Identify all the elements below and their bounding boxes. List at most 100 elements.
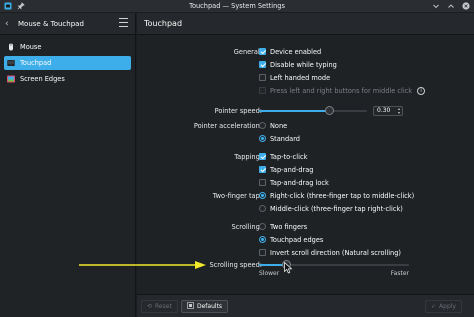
checkbox-box[interactable] (259, 249, 266, 256)
sidebar-item-mouse[interactable]: Mouse (4, 40, 131, 54)
accel-standard-radio[interactable]: Standard (259, 135, 300, 143)
checkbox-box[interactable] (259, 179, 266, 186)
hamburger-menu-icon[interactable] (119, 18, 128, 27)
checkbox-box[interactable] (259, 74, 266, 81)
apply-check-icon: ✓ (431, 303, 437, 310)
sidebar-item-label: Screen Edges (20, 75, 65, 83)
window-title: Touchpad — System Settings (189, 2, 285, 10)
pointer-speed-row: Pointer speed: 0.30 ▴ ▾ (137, 105, 474, 116)
scrolling-speed-slider[interactable] (259, 260, 409, 269)
reset-icon: ⟲ (147, 303, 153, 310)
tapping-row-2: Tap-and-drag (137, 164, 474, 175)
checkbox-box[interactable] (259, 166, 266, 173)
checkbox-label: Left handed mode (270, 73, 331, 82)
general-label: General: (233, 47, 262, 56)
two-finger-row-1: Two-finger tap: Right-click (three-finge… (137, 190, 474, 201)
defaults-button[interactable]: Defaults (181, 300, 229, 313)
two-finger-row-2: Middle-click (three-finger tap right-cli… (137, 203, 474, 214)
tap-and-drag-checkbox[interactable]: Tap-and-drag (259, 166, 313, 174)
checkbox-label: Invert scroll direction (Natural scrolli… (270, 248, 401, 257)
tap-and-drag-lock-checkbox[interactable]: Tap-and-drag lock (259, 179, 329, 187)
general-row-4: Press left and right buttons for middle … (137, 85, 474, 96)
accel-none-radio[interactable]: None (259, 122, 287, 130)
two-finger-tap-label: Two-finger tap: (212, 191, 262, 200)
radio-button[interactable] (259, 135, 266, 142)
radio-label: Touchpad edges (270, 235, 324, 244)
page-title: Touchpad (144, 19, 183, 28)
sidebar-title: Mouse & Touchpad (18, 19, 84, 28)
radio-button[interactable] (259, 236, 266, 243)
pointer-speed-label: Pointer speed: (214, 106, 262, 115)
pointer-accel-label: Pointer acceleration: (193, 121, 262, 130)
sidebar-item-screen-edges[interactable]: Screen Edges (4, 72, 131, 86)
maximize-icon[interactable] (447, 2, 455, 10)
sidebar-item-touchpad[interactable]: Touchpad (4, 56, 131, 70)
app-menu-icon[interactable] (4, 2, 12, 10)
apply-button[interactable]: ✓ Apply (425, 300, 462, 313)
radio-button[interactable] (259, 223, 266, 230)
checkbox-label: Device enabled (270, 47, 322, 56)
radio-button[interactable] (259, 192, 266, 199)
scrolling-label: Scrolling: (231, 222, 263, 231)
checkbox-label: Tap-and-drag (270, 165, 314, 174)
scroll-two-fingers-radio[interactable]: Two fingers (259, 223, 307, 231)
scrolling-speed-control (259, 260, 409, 269)
radio-label: Two fingers (270, 222, 308, 231)
radio-button[interactable] (259, 205, 266, 212)
main-panel: Touchpad General: Device enabled Disable… (137, 13, 474, 317)
pin-icon[interactable] (17, 2, 25, 10)
slider-min-label: Slower (259, 270, 280, 277)
tapping-row-1: Tapping: Tap-to-click (137, 151, 474, 162)
slider-handle[interactable] (324, 106, 334, 115)
titlebar-left-controls (4, 2, 25, 10)
general-row-3: Left handed mode (137, 72, 474, 83)
radio-button[interactable] (259, 122, 266, 129)
checkbox-label: Tap-and-drag lock (270, 178, 329, 187)
info-icon[interactable]: i (417, 86, 426, 95)
apply-label: Apply (439, 303, 456, 310)
general-row-2: Disable while typing (137, 59, 474, 70)
main-header: Touchpad (137, 13, 474, 35)
tap-to-click-checkbox[interactable]: Tap-to-click (259, 153, 307, 161)
checkbox-box[interactable] (259, 61, 266, 68)
radio-label: Right-click (three-finger tap to middle-… (270, 191, 415, 200)
tapping-row-3: Tap-and-drag lock (137, 177, 474, 188)
slider-max-label: Faster (390, 270, 409, 277)
screen-edges-icon (7, 75, 15, 83)
disable-while-typing-checkbox[interactable]: Disable while typing (259, 61, 337, 69)
mouse-pointer-icon (284, 262, 292, 274)
scrolling-speed-label: Scrolling speed: (209, 260, 262, 269)
annotation-arrow-icon (79, 261, 206, 269)
radio-label: Middle-click (three-finger tap right-cli… (270, 204, 403, 213)
scrolling-row-2: Touchpad edges (137, 234, 474, 245)
titlebar-right-controls (432, 2, 470, 10)
spinbox-arrows-icon[interactable]: ▴ ▾ (398, 106, 400, 115)
defaults-icon (187, 302, 194, 311)
pointer-speed-spinbox[interactable]: 0.30 ▴ ▾ (373, 105, 403, 116)
mouse-icon (7, 43, 15, 51)
left-handed-mode-checkbox[interactable]: Left handed mode (259, 74, 330, 82)
pointer-speed-slider[interactable] (259, 106, 367, 115)
two-finger-middle-click-radio[interactable]: Middle-click (three-finger tap right-cli… (259, 205, 403, 213)
middle-click-emulation-checkbox: Press left and right buttons for middle … (259, 86, 426, 95)
scroll-touchpad-edges-radio[interactable]: Touchpad edges (259, 236, 323, 244)
checkbox-label: Press left and right buttons for middle … (270, 86, 413, 95)
reset-button[interactable]: ⟲ Reset (141, 300, 178, 313)
tapping-label: Tapping: (234, 152, 262, 161)
defaults-label: Defaults (197, 303, 223, 310)
checkbox-box[interactable] (259, 48, 266, 55)
minimize-icon[interactable] (432, 2, 440, 10)
sidebar-item-label: Touchpad (20, 59, 52, 67)
pointer-accel-row-2: Standard (137, 133, 474, 144)
touchpad-icon (7, 59, 15, 67)
radio-label: Standard (270, 134, 300, 143)
back-arrow-icon[interactable]: ‹ (5, 19, 15, 29)
invert-scroll-checkbox[interactable]: Invert scroll direction (Natural scrolli… (259, 249, 401, 257)
window-titlebar: Touchpad — System Settings (0, 0, 474, 13)
close-icon[interactable] (462, 2, 470, 10)
checkbox-box[interactable] (259, 153, 266, 160)
two-finger-right-click-radio[interactable]: Right-click (three-finger tap to middle-… (259, 192, 414, 200)
checkbox-label: Tap-to-click (270, 152, 308, 161)
device-enabled-checkbox[interactable]: Device enabled (259, 48, 321, 56)
sidebar: ‹ Mouse & Touchpad Mouse Touchpad Screen… (0, 13, 136, 317)
